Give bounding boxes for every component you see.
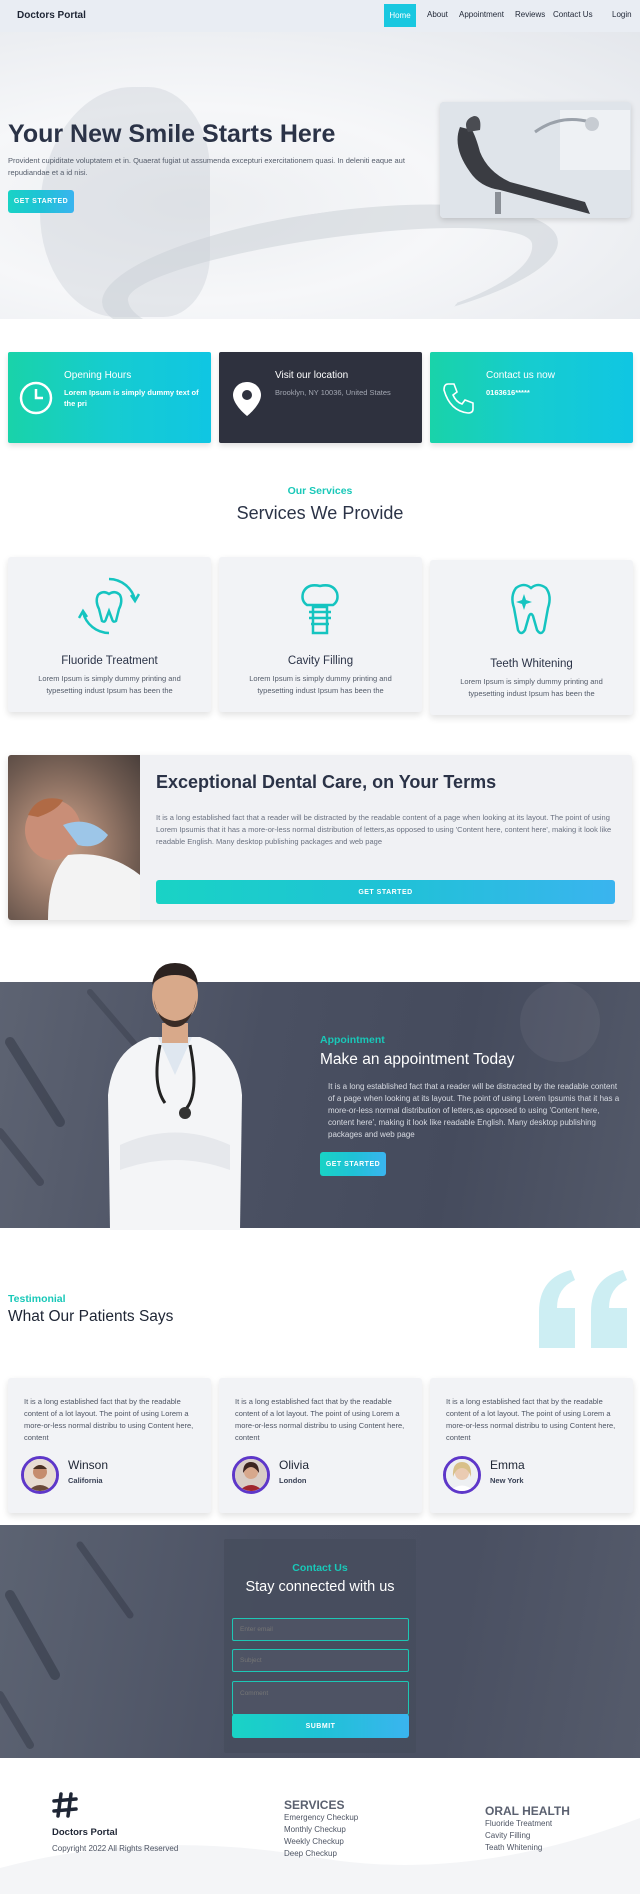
exceptional-care-card: Exceptional Dental Care, on Your Terms I… <box>8 755 632 920</box>
navbar: Doctors Portal Home About Appointment Re… <box>0 0 640 32</box>
testimonial-eyebrow: Testimonial <box>8 1293 66 1305</box>
service-card-fluoride[interactable]: Fluoride Treatment Lorem Ipsum is simply… <box>8 557 211 712</box>
services-eyebrow: Our Services <box>287 485 353 497</box>
appointment-eyebrow: Appointment <box>320 1034 385 1046</box>
info-card-opening-hours: Opening Hours Lorem Ipsum is simply dumm… <box>8 352 211 443</box>
footer-link[interactable]: Teath Whitening <box>485 1843 542 1852</box>
avatar <box>443 1456 481 1494</box>
info-card-contact: Contact us now 0163616***** <box>430 352 633 443</box>
footer-services-title: SERVICES <box>284 1798 345 1812</box>
info-card-text: Brooklyn, NY 10036, United States <box>275 388 391 397</box>
service-desc: Lorem Ipsum is simply dummy printing and… <box>249 674 392 695</box>
footer-link[interactable]: Monthly Checkup <box>284 1825 346 1834</box>
footer-link[interactable]: Cavity Filling <box>485 1831 530 1840</box>
phone-icon <box>443 383 474 414</box>
info-card-title: Visit our location <box>275 370 349 381</box>
footer-copyright: Copyright 2022 All Rights Reserved <box>52 1844 179 1853</box>
hero-lead: Provident cupiditate voluptatem et in. Q… <box>8 156 405 177</box>
service-card-whitening[interactable]: Teeth Whitening Lorem Ipsum is simply du… <box>430 560 633 715</box>
nav-contact-us[interactable]: Contact Us <box>553 10 593 19</box>
testimonial-location: New York <box>490 1476 524 1485</box>
patient-illustration <box>25 798 140 920</box>
email-field[interactable] <box>232 1618 409 1641</box>
exceptional-get-started-button[interactable]: GET STARTED <box>156 880 615 904</box>
avatar-winson <box>24 1459 56 1491</box>
submit-button[interactable]: SUBMIT <box>232 1714 409 1738</box>
sparkle-tooth-icon <box>511 583 551 635</box>
clock-icon <box>19 381 53 415</box>
service-desc: Lorem Ipsum is simply dummy printing and… <box>460 677 603 698</box>
appointment-text: It is a long established fact that a rea… <box>328 1082 620 1139</box>
avatar <box>232 1456 270 1494</box>
comment-field[interactable] <box>232 1681 409 1715</box>
info-card-title: Contact us now <box>486 370 555 381</box>
dental-implant-icon <box>301 584 339 635</box>
testimonial-text: It is a long established fact that by th… <box>446 1397 616 1442</box>
hashtag-logo-icon[interactable] <box>52 1792 78 1818</box>
nav-about[interactable]: About <box>427 10 448 19</box>
contact-eyebrow: Contact Us <box>292 1562 348 1574</box>
testimonial-card-olivia: It is a long established fact that by th… <box>219 1378 422 1513</box>
avatar-olivia <box>235 1459 267 1491</box>
nav-reviews[interactable]: Reviews <box>515 10 545 19</box>
avatar-emma <box>446 1459 478 1491</box>
info-card-title: Opening Hours <box>64 370 132 381</box>
subject-field[interactable] <box>232 1649 409 1672</box>
nav-login[interactable]: Login <box>612 10 632 19</box>
service-name: Teeth Whitening <box>490 658 573 670</box>
testimonial-location: California <box>68 1476 103 1485</box>
testimonial-name: Winson <box>68 1458 109 1472</box>
location-pin-icon <box>233 382 261 416</box>
service-card-cavity[interactable]: Cavity Filling Lorem Ipsum is simply dum… <box>219 557 422 712</box>
footer-link[interactable]: Weekly Checkup <box>284 1837 344 1846</box>
testimonial-title: What Our Patients Says <box>8 1308 174 1325</box>
footer-link[interactable]: Emergency Checkup <box>284 1813 358 1822</box>
nav-appointment[interactable]: Appointment <box>459 10 504 19</box>
footer-brand: Doctors Portal <box>52 1827 118 1838</box>
appointment-title: Make an appointment Today <box>320 1051 515 1068</box>
brand-logo-text[interactable]: Doctors Portal <box>17 10 86 21</box>
service-name: Fluoride Treatment <box>61 655 158 667</box>
dental-chair-photo <box>440 102 631 218</box>
nav-home[interactable]: Home <box>384 4 416 27</box>
doctor-image <box>108 963 242 1230</box>
contact-title: Stay connected with us <box>245 1579 395 1595</box>
testimonial-card-winson: It is a long established fact that by th… <box>8 1378 211 1513</box>
quote-icon <box>539 1270 627 1348</box>
testimonial-text: It is a long established fact that by th… <box>235 1397 405 1442</box>
dental-chair-illustration <box>440 102 631 218</box>
hero-get-started-button[interactable]: GET STARTED <box>8 190 74 213</box>
exceptional-title: Exceptional Dental Care, on Your Terms <box>156 772 497 792</box>
footer: Doctors Portal Copyright 2022 All Rights… <box>0 1758 640 1894</box>
contact-form: Contact Us Stay connected with us SUBMIT <box>224 1539 416 1753</box>
contact-section: Contact Us Stay connected with us SUBMIT <box>0 1525 640 1758</box>
footer-link[interactable]: Deep Checkup <box>284 1849 337 1858</box>
service-name: Cavity Filling <box>287 655 354 667</box>
appointment-get-started-button[interactable]: GET STARTED <box>320 1152 386 1176</box>
avatar <box>21 1456 59 1494</box>
tooth-refresh-icon <box>78 577 140 635</box>
hero-section: Your New Smile Starts Here Provident cup… <box>0 32 640 319</box>
hero-title: Your New Smile Starts Here <box>8 120 336 148</box>
testimonial-text: It is a long established fact that by th… <box>24 1397 194 1442</box>
service-desc: Lorem Ipsum is simply dummy printing and… <box>38 674 181 695</box>
footer-oral-health-title: ORAL HEALTH <box>485 1804 570 1818</box>
testimonial-card-emma: It is a long established fact that by th… <box>430 1378 633 1513</box>
testimonial-name: Emma <box>490 1458 525 1472</box>
patient-photo <box>8 755 140 920</box>
exceptional-text: It is a long established fact that a rea… <box>156 813 612 846</box>
testimonial-location: London <box>279 1476 307 1485</box>
info-card-text: Lorem Ipsum is simply dummy text of the … <box>64 388 199 408</box>
footer-link[interactable]: Fluoride Treatment <box>485 1819 552 1828</box>
info-card-location: Visit our location Brooklyn, NY 10036, U… <box>219 352 422 443</box>
services-title: Services We Provide <box>236 503 404 523</box>
testimonial-name: Olivia <box>279 1458 310 1472</box>
info-card-text: 0163616***** <box>486 388 530 397</box>
